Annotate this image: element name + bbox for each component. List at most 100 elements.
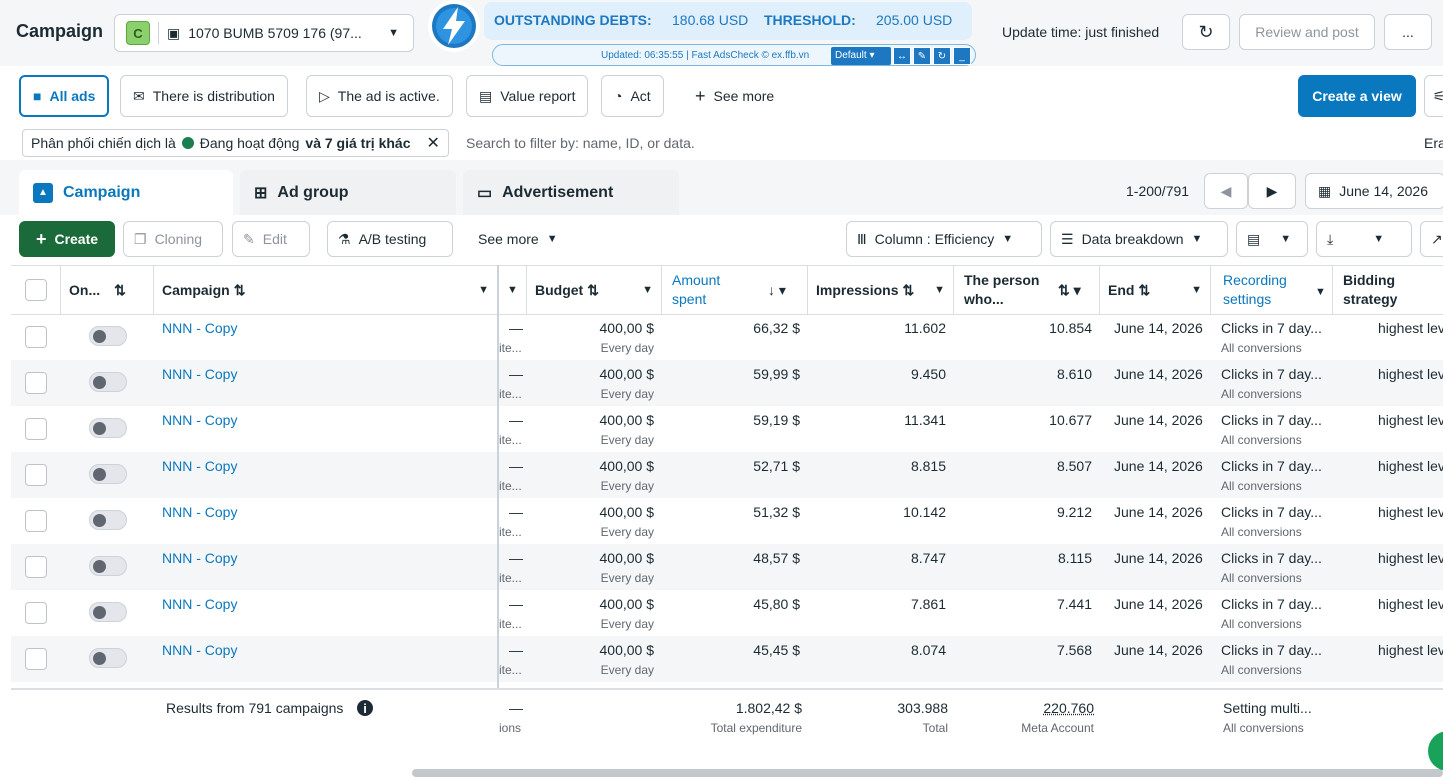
campaign-toggle[interactable]: [89, 464, 127, 484]
chevron-down-icon: ▼: [1191, 233, 1203, 245]
budget-value: 400,00 $: [599, 320, 655, 336]
create-button[interactable]: + Create: [19, 221, 115, 257]
campaign-name-link[interactable]: NNN - Copy: [162, 366, 237, 382]
edit-button[interactable]: ✎ Edit: [232, 221, 310, 257]
campaign-toggle[interactable]: [89, 648, 127, 668]
refresh-icon[interactable]: ↻: [933, 47, 951, 65]
export-button[interactable]: ⤓ ▼: [1316, 221, 1412, 257]
table-row[interactable]: NNN - Copy — ite... 400,00 $ Every day 52,71 …: [11, 452, 1443, 498]
account-icon: ▣: [167, 24, 181, 41]
col-amount-spent[interactable]: Amount spent ↓ ▾: [662, 266, 808, 314]
breakdown-button[interactable]: ☰ Data breakdown ▼: [1050, 221, 1228, 257]
col-recording-settings[interactable]: Recording settings ▼: [1211, 266, 1333, 314]
row-checkbox[interactable]: [25, 464, 47, 486]
minimize-icon[interactable]: _: [953, 47, 971, 65]
updated-text: Updated: 06:35:55 | Fast AdsCheck © ex.f…: [601, 50, 810, 61]
preset-select[interactable]: Default ▾: [831, 47, 891, 65]
date-picker[interactable]: ▦ June 14, 2026: [1305, 173, 1443, 209]
end-date-value: June 14, 2026: [1114, 642, 1203, 658]
tab-advertisement[interactable]: ▭ Advertisement: [463, 170, 679, 215]
settings-sliders-icon[interactable]: ⚟: [1424, 75, 1443, 117]
table-row[interactable]: NNN - Copy — ite... 400,00 $ Every day 48,57 …: [11, 544, 1443, 590]
campaign-toggle[interactable]: [89, 326, 127, 346]
campaign-name-link[interactable]: NNN - Copy: [162, 458, 237, 474]
campaign-toggle[interactable]: [89, 510, 127, 530]
row-checkbox[interactable]: [25, 602, 47, 624]
chip-prefix: Phân phối chiến dịch là: [31, 135, 176, 151]
cloning-button[interactable]: ❐ Cloning: [123, 221, 223, 257]
campaign-name-link[interactable]: NNN - Copy: [162, 642, 237, 658]
bidding-value: highest lev: [1378, 320, 1443, 336]
chart-icon[interactable]: ↗: [1420, 221, 1443, 257]
row-checkbox[interactable]: [25, 510, 47, 532]
table-row[interactable]: NNN - Copy — ite... 400,00 $ Every day 66,32 …: [11, 314, 1443, 360]
footer-reach[interactable]: 220.760: [1043, 700, 1094, 716]
see-more-actions[interactable]: See more ▼: [468, 221, 568, 257]
row-checkbox[interactable]: [25, 372, 47, 394]
col-campaign[interactable]: Campaign ⇅ ▼: [154, 266, 498, 314]
search-input[interactable]: Search to filter by: name, ID, or data.: [466, 135, 695, 151]
chevron-down-icon: ▼: [478, 284, 489, 296]
row-checkbox[interactable]: [25, 556, 47, 578]
expand-icon[interactable]: ↔: [893, 47, 911, 65]
refresh-button[interactable]: ↻: [1182, 14, 1230, 50]
next-page-button[interactable]: ▶: [1248, 173, 1296, 209]
table-row[interactable]: NNN - Copy — ite... 400,00 $ Every day 45,80 …: [11, 590, 1443, 636]
col-impressions[interactable]: Impressions ⇅ ▼: [808, 266, 954, 314]
col-end[interactable]: End ⇅ ▼: [1100, 266, 1211, 314]
account-selector[interactable]: C ▣ 1070 BUMB 5709 176 (97... ▼: [114, 14, 414, 52]
row-checkbox[interactable]: [25, 326, 47, 348]
select-all-checkbox[interactable]: [24, 279, 47, 301]
info-icon[interactable]: i: [357, 700, 373, 716]
reports-button[interactable]: ▤ ▼: [1236, 221, 1308, 257]
tab-advertisement-label: Advertisement: [502, 183, 614, 201]
row-checkbox[interactable]: [25, 648, 47, 670]
campaign-toggle[interactable]: [89, 602, 127, 622]
campaign-name-link[interactable]: NNN - Copy: [162, 320, 237, 336]
campaign-name-link[interactable]: NNN - Copy: [162, 550, 237, 566]
all-ads-button[interactable]: ■ All ads: [19, 75, 110, 117]
campaign-toggle[interactable]: [89, 372, 127, 392]
review-post-button[interactable]: Review and post: [1239, 14, 1375, 50]
table-row[interactable]: NNN - Copy — ite... 400,00 $ Every day 45,45 …: [11, 636, 1443, 682]
impressions-value: 11.602: [904, 320, 946, 336]
close-icon[interactable]: ✕: [426, 133, 439, 153]
columns-button[interactable]: Ⅲ Column : Efficiency ▼: [846, 221, 1042, 257]
campaign-name-link[interactable]: NNN - Copy: [162, 504, 237, 520]
tab-ad-group[interactable]: ⊞ Ad group: [240, 170, 456, 215]
see-more-filters[interactable]: + See more: [683, 75, 787, 117]
impressions-value: 8.074: [910, 642, 946, 658]
more-button[interactable]: ...: [1384, 14, 1432, 50]
row-checkbox[interactable]: [25, 418, 47, 440]
table-row[interactable]: NNN - Copy — ite... 400,00 $ Every day 59,19 …: [11, 406, 1443, 452]
chip-status: Đang hoạt động: [199, 135, 300, 151]
distribution-filter[interactable]: ✉ There is distribution: [120, 75, 288, 117]
horizontal-scrollbar[interactable]: [412, 769, 1443, 777]
col-budget[interactable]: Budget ⇅ ▼: [527, 266, 662, 314]
campaign-name-link[interactable]: NNN - Copy: [162, 596, 237, 612]
distribution-label: There is distribution: [152, 88, 275, 104]
col-bidding-strategy[interactable]: Bidding strategy: [1333, 266, 1443, 314]
bidding-value: highest lev: [1378, 596, 1443, 612]
col-delivery[interactable]: ▼: [499, 266, 527, 314]
campaign-name-link[interactable]: NNN - Copy: [162, 412, 237, 428]
chevron-down-icon: ▼: [1280, 233, 1292, 245]
tab-campaign[interactable]: ▲ Campaign: [19, 170, 233, 215]
erase-link[interactable]: Era: [1424, 135, 1443, 151]
campaign-toggle[interactable]: [89, 418, 127, 438]
table-row[interactable]: NNN - Copy — ite... 400,00 $ Every day 59,99 …: [11, 360, 1443, 406]
col-on[interactable]: On... ⇅: [61, 266, 154, 314]
active-filter[interactable]: ▷ The ad is active.: [306, 75, 453, 117]
campaign-toggle[interactable]: [89, 556, 127, 576]
ab-testing-button[interactable]: ⚗ A/B testing: [327, 221, 453, 257]
act-filter[interactable]: ◔ Act: [601, 75, 664, 117]
table-header: On... ⇅ Campaign ⇅ ▼ ▼ Budget ⇅ ▼ Amount spent…: [11, 265, 1443, 315]
value-report-filter[interactable]: ▤ Value report: [466, 75, 589, 117]
budget-value: 400,00 $: [599, 412, 655, 428]
create-view-button[interactable]: Create a view: [1298, 75, 1416, 117]
edit-icon[interactable]: ✎: [913, 47, 931, 65]
table-row[interactable]: NNN - Copy — ite... 400,00 $ Every day 51,32 …: [11, 498, 1443, 544]
col-reach[interactable]: The person who... ⇅ ▾: [954, 266, 1100, 314]
prev-page-button[interactable]: ◀: [1204, 173, 1248, 209]
filter-chip[interactable]: Phân phối chiến dịch là Đang hoạt động v…: [22, 129, 449, 157]
